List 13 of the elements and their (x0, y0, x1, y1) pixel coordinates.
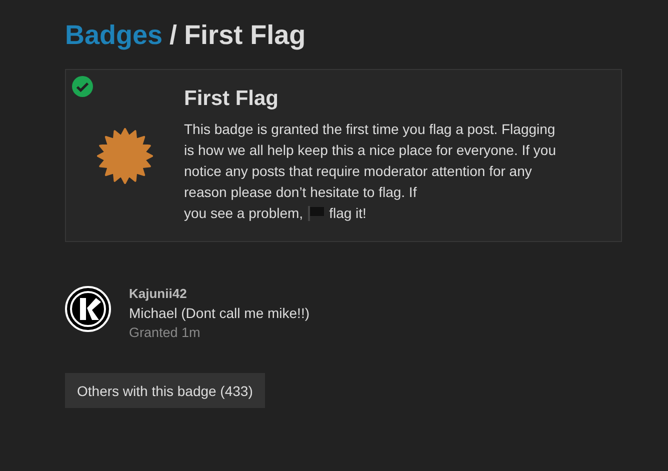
user-full-name: Michael (Dont call me mike!!) (129, 305, 310, 321)
username[interactable]: Kajunii42 (129, 286, 310, 301)
badge-description-line: you see a problem, (184, 204, 304, 223)
user-avatar[interactable] (65, 286, 111, 332)
others-button[interactable]: Others with this badge (433) (65, 373, 265, 408)
badges-link[interactable]: Badges (65, 17, 163, 53)
badge-title: First Flag (184, 87, 280, 111)
page-title: First Flag (184, 19, 306, 52)
breadcrumb-separator: / (170, 19, 178, 52)
granted-time: Granted 1m (129, 325, 202, 340)
badge-icon (97, 128, 153, 184)
badge-description-end: flag it! (329, 204, 366, 223)
flag-icon (307, 206, 326, 221)
